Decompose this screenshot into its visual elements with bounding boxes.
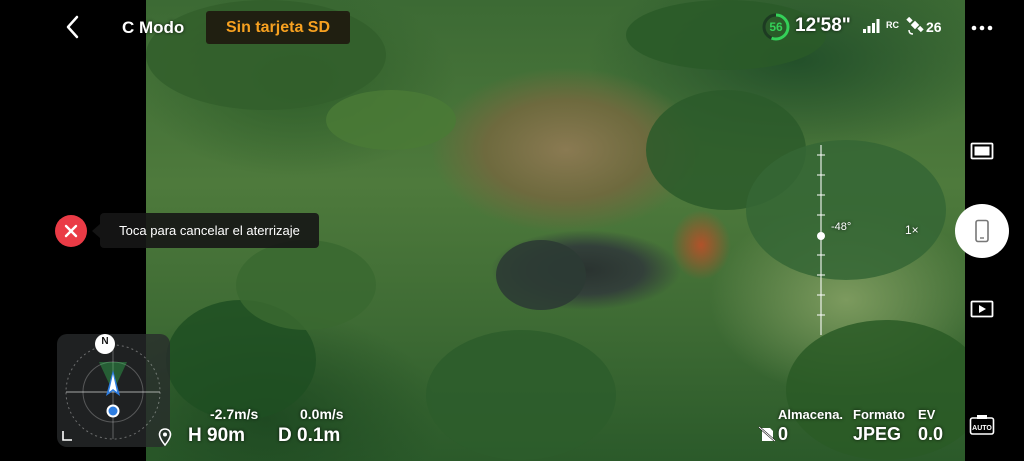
horizontal-speed: 0.0m/s	[300, 406, 344, 422]
distance-readout: D 0.1m	[278, 425, 341, 446]
tree-canopy	[746, 140, 946, 280]
ev-label: EV	[918, 407, 936, 422]
gimbal-pitch-scale	[817, 145, 825, 335]
sd-card-status-badge: Sin tarjeta SD	[206, 11, 350, 44]
auto-exposure-icon[interactable]: AUTO	[969, 414, 995, 436]
tree-canopy	[236, 240, 376, 330]
rc-label: RC	[886, 20, 899, 30]
svg-text:AUTO: AUTO	[972, 425, 992, 432]
rc-signal-icon	[863, 19, 880, 33]
format-value[interactable]: JPEG	[853, 424, 901, 445]
gimbal-angle-value: -48°	[831, 221, 852, 233]
compass-dial	[62, 334, 161, 441]
height-readout: H 90m	[188, 425, 246, 446]
cancel-landing-button[interactable]	[55, 215, 87, 247]
zoom-level[interactable]: 1×	[905, 223, 919, 237]
chevron-left-icon[interactable]	[58, 12, 88, 42]
location-pin-icon	[158, 428, 172, 446]
display-mode-icon[interactable]	[970, 141, 994, 161]
phone-icon	[975, 219, 989, 243]
remaining-flight-time: 12'58"	[795, 15, 851, 36]
north-label: N	[101, 336, 109, 347]
storage-label: Almacena.	[778, 407, 844, 422]
tree-canopy	[426, 330, 616, 460]
format-label: Formato	[853, 407, 905, 422]
playback-icon[interactable]	[970, 299, 994, 319]
more-dots-icon[interactable]	[970, 18, 994, 38]
close-icon	[64, 224, 78, 238]
storage-value[interactable]: 0	[778, 424, 788, 445]
pond	[496, 240, 586, 310]
vertical-speed: -2.7m/s	[210, 406, 259, 422]
ev-value[interactable]: 0.0	[918, 424, 943, 445]
cancel-landing-tooltip: Toca para cancelar el aterrizaje	[100, 213, 319, 248]
no-sd-card-icon	[758, 426, 776, 442]
satellite-count: 26	[926, 19, 942, 35]
tree-canopy	[326, 90, 456, 150]
satellite-icon	[906, 17, 924, 35]
compass-radar[interactable]: N	[57, 334, 170, 447]
flight-mode-label[interactable]: C Modo	[122, 18, 184, 38]
battery-percent: 56	[769, 20, 783, 34]
tooltip-arrow	[92, 224, 100, 238]
